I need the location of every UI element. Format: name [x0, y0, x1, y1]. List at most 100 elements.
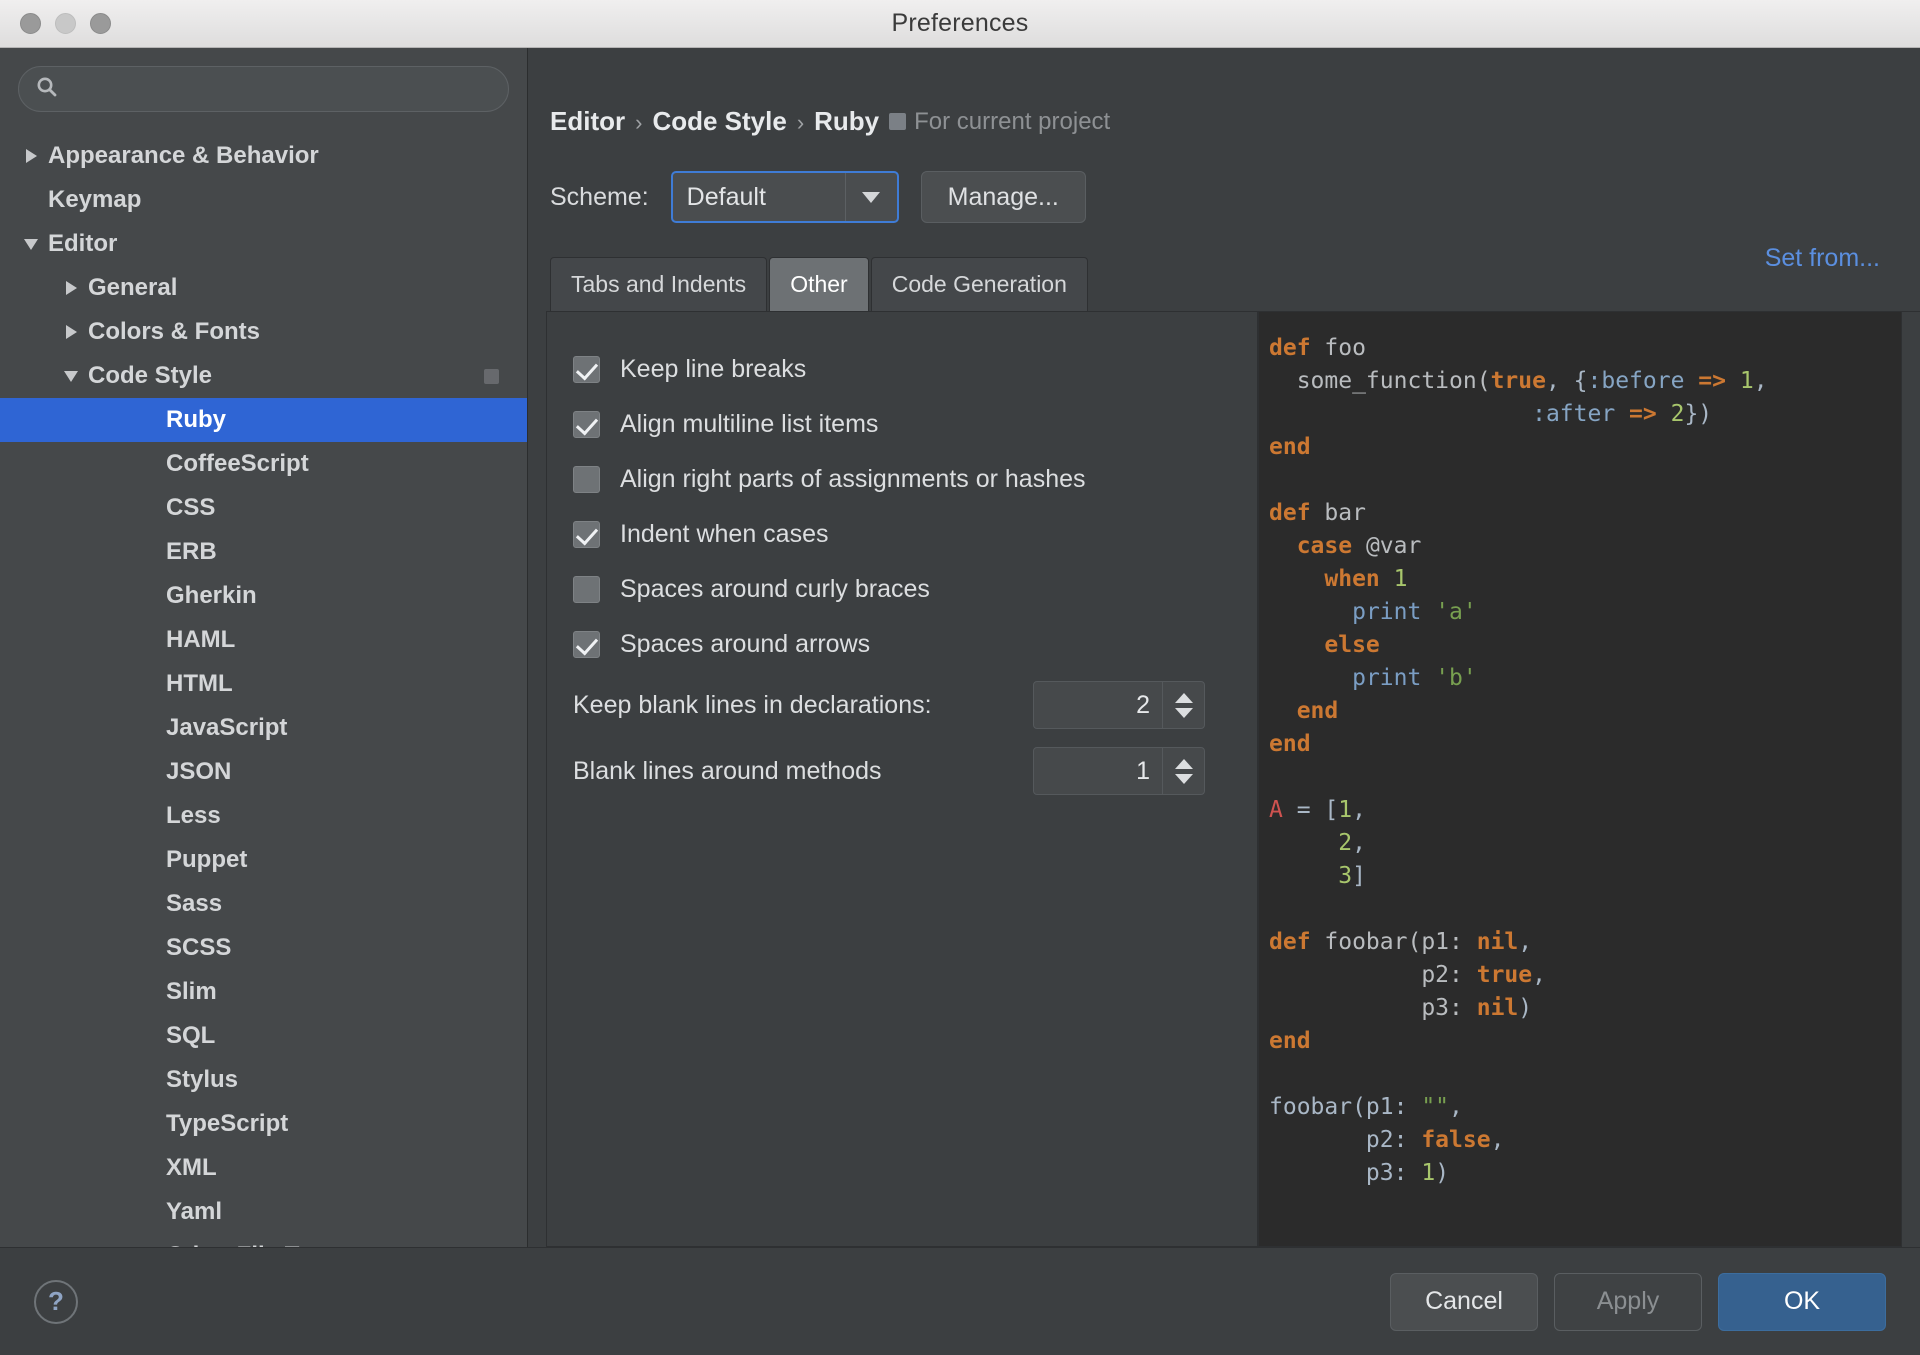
tab-code-generation[interactable]: Code Generation — [870, 257, 1088, 311]
spinner-value[interactable]: 1 — [1034, 748, 1162, 794]
checkbox-row[interactable]: Keep line breaks — [547, 342, 1257, 397]
quantity-stepper[interactable]: 1 — [1033, 747, 1205, 795]
checkbox-indent-when-cases[interactable] — [573, 521, 600, 548]
code-token: ] — [1352, 863, 1366, 889]
checkbox-keep-line-breaks[interactable] — [573, 356, 600, 383]
sidebar-item-editor[interactable]: Editor — [0, 222, 527, 266]
sidebar-item-yaml[interactable]: Yaml — [0, 1190, 527, 1234]
project-icon — [889, 113, 907, 130]
code-token: :after — [1532, 401, 1616, 427]
quantity-stepper[interactable]: 2 — [1033, 681, 1205, 729]
sidebar-item-appearance-behavior[interactable]: Appearance & Behavior — [0, 134, 527, 178]
sidebar-item-keymap[interactable]: Keymap — [0, 178, 527, 222]
checkbox-label: Spaces around arrows — [620, 630, 871, 658]
checkbox-row[interactable]: Spaces around arrows — [547, 617, 1257, 672]
sidebar-item-label: Colors & Fonts — [88, 318, 260, 345]
sidebar-item-coffeescript[interactable]: CoffeeScript — [0, 442, 527, 486]
scheme-select[interactable]: Default — [670, 171, 899, 223]
spinner-buttons[interactable] — [1162, 682, 1204, 728]
spinner-group: Keep blank lines in declarations: 2 Blank … — [547, 672, 1257, 804]
sidebar-item-slim[interactable]: Slim — [0, 970, 527, 1014]
checkbox-align-right-parts-of-assignments-or-hashes[interactable] — [573, 466, 600, 493]
sidebar-item-typescript[interactable]: TypeScript — [0, 1102, 527, 1146]
chevron-right-icon[interactable] — [54, 325, 88, 339]
chevron-down-icon[interactable] — [844, 173, 897, 221]
checkbox-spaces-around-arrows[interactable] — [573, 631, 600, 658]
checkbox-label: Keep line breaks — [620, 355, 807, 383]
code-token: p2: — [1269, 1127, 1422, 1153]
cancel-button[interactable]: Cancel — [1390, 1272, 1538, 1331]
sidebar-item-less[interactable]: Less — [0, 794, 527, 838]
sidebar-item-xml[interactable]: XML — [0, 1146, 527, 1190]
code-line: when 1 — [1269, 563, 1901, 596]
code-preview: def foo some_function(true, {:before => … — [1258, 312, 1902, 1247]
checkbox-align-multiline-list-items[interactable] — [573, 411, 600, 438]
sidebar-item-sass[interactable]: Sass — [0, 882, 527, 926]
chevron-right-icon[interactable] — [14, 149, 48, 163]
sidebar-item-puppet[interactable]: Puppet — [0, 838, 527, 882]
manage-button[interactable]: Manage... — [920, 171, 1086, 223]
code-line: some_function(true, {:before => 1, — [1269, 365, 1901, 398]
tab-other[interactable]: Other — [769, 257, 869, 311]
breadcrumb-part-editor[interactable]: Editor — [550, 106, 625, 137]
sidebar-item-label: Puppet — [166, 846, 248, 873]
spinner-row: Blank lines around methods 1 — [547, 738, 1257, 804]
spinner-down-icon[interactable] — [1174, 773, 1193, 784]
sidebar-item-stylus[interactable]: Stylus — [0, 1058, 527, 1102]
code-line: print 'b' — [1269, 662, 1901, 695]
code-token: 1 — [1393, 566, 1408, 592]
checkbox-row[interactable]: Indent when cases — [547, 507, 1257, 562]
set-from-link[interactable]: Set from... — [1765, 244, 1880, 273]
sidebar-item-scss[interactable]: SCSS — [0, 926, 527, 970]
spinner-value[interactable]: 2 — [1034, 682, 1162, 728]
chevron-down-icon[interactable] — [14, 238, 48, 250]
sidebar-item-html[interactable]: HTML — [0, 662, 527, 706]
spinner-label: Keep blank lines in declarations: — [573, 690, 932, 719]
spinner-up-icon[interactable] — [1174, 758, 1193, 769]
code-line: p3: nil) — [1269, 992, 1901, 1025]
settings-main-panel: Editor › Code Style › Ruby For current p… — [528, 48, 1920, 1247]
sidebar-item-general[interactable]: General — [0, 266, 527, 310]
spinner-down-icon[interactable] — [1174, 707, 1193, 718]
code-token: 1 — [1338, 797, 1353, 823]
sidebar-item-gherkin[interactable]: Gherkin — [0, 574, 527, 618]
code-token: bar — [1310, 500, 1366, 526]
code-token: nil — [1476, 995, 1519, 1021]
checkbox-spaces-around-curly-braces[interactable] — [573, 576, 600, 603]
options-panel: Keep line breaks Align multiline list ite… — [546, 312, 1258, 1247]
code-token: case — [1296, 533, 1353, 559]
sidebar-item-label: SCSS — [166, 934, 232, 961]
spinner-buttons[interactable] — [1162, 748, 1204, 794]
chevron-down-icon[interactable] — [54, 370, 88, 382]
ok-button[interactable]: OK — [1718, 1272, 1886, 1331]
chevron-right-icon[interactable] — [54, 281, 88, 295]
breadcrumb-part-code-style[interactable]: Code Style — [652, 106, 786, 137]
sidebar-item-label: SQL — [166, 1022, 216, 1049]
sidebar-item-ruby[interactable]: Ruby — [0, 398, 527, 442]
sidebar-item-sql[interactable]: SQL — [0, 1014, 527, 1058]
breadcrumb-part-ruby[interactable]: Ruby — [814, 106, 879, 137]
code-token: 1 — [1421, 1160, 1436, 1186]
search-input[interactable] — [69, 77, 492, 101]
copy-scheme-icon[interactable] — [484, 368, 499, 384]
sidebar-item-json[interactable]: JSON — [0, 750, 527, 794]
sidebar-item-erb[interactable]: ERB — [0, 530, 527, 574]
help-button[interactable]: ? — [34, 1279, 78, 1324]
sidebar-item-colors-fonts[interactable]: Colors & Fonts — [0, 310, 527, 354]
spinner-up-icon[interactable] — [1174, 692, 1193, 703]
sidebar-item-css[interactable]: CSS — [0, 486, 527, 530]
code-token: , { — [1545, 368, 1588, 394]
tab-tabs-and-indents[interactable]: Tabs and Indents — [550, 257, 768, 311]
checkbox-row[interactable]: Align multiline list items — [547, 397, 1257, 452]
sidebar-item-other-file-types[interactable]: Other File Types — [0, 1234, 527, 1247]
sidebar-item-haml[interactable]: HAML — [0, 618, 527, 662]
checkbox-row[interactable]: Align right parts of assignments or hash… — [547, 452, 1257, 507]
sidebar-item-javascript[interactable]: JavaScript — [0, 706, 527, 750]
search-box[interactable] — [18, 66, 509, 112]
scope-note-label: For current project — [914, 107, 1111, 135]
sidebar-item-code-style[interactable]: Code Style — [0, 354, 527, 398]
sidebar-item-label: HTML — [166, 670, 233, 697]
checkbox-row[interactable]: Spaces around curly braces — [547, 562, 1257, 617]
code-token: end — [1296, 698, 1339, 724]
